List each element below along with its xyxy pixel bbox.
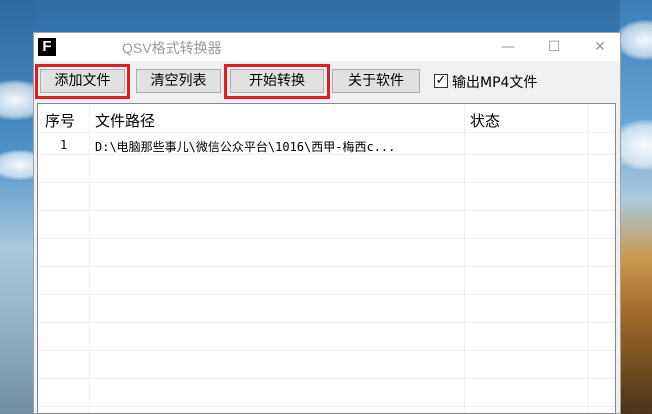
row-divider	[38, 238, 615, 239]
minimize-icon: —	[501, 39, 515, 55]
maximize-icon: ☐	[547, 39, 561, 55]
row-path: D:\电脑那些事儿\微信公众平台\1016\西甲-梅西c...	[95, 140, 396, 154]
row-divider	[38, 406, 615, 407]
desktop-background-right	[620, 0, 652, 414]
clear-list-button[interactable]: 清空列表	[136, 69, 221, 93]
column-divider	[464, 104, 465, 413]
maximize-button[interactable]: ☐	[531, 33, 577, 61]
app-window: F QSV格式转换器 — ☐ ✕ 添加文件 清空列表 开始转换 关于软件 ✓ 输…	[33, 32, 621, 414]
column-header-status[interactable]: 状态	[470, 110, 500, 131]
row-divider	[38, 266, 615, 267]
row-divider	[38, 378, 615, 379]
column-header-path[interactable]: 文件路径	[95, 110, 155, 131]
row-divider	[38, 294, 615, 295]
window-title: QSV格式转换器	[122, 40, 222, 56]
column-divider	[89, 104, 90, 413]
desktop-background-left	[0, 0, 36, 414]
add-file-button[interactable]: 添加文件	[40, 69, 125, 93]
row-divider	[38, 322, 615, 323]
output-mp4-checkbox[interactable]: ✓	[434, 74, 448, 88]
row-divider	[38, 350, 615, 351]
column-divider	[588, 104, 589, 413]
row-divider	[38, 210, 615, 211]
output-mp4-label[interactable]: 输出MP4文件	[452, 72, 537, 92]
about-button[interactable]: 关于软件	[332, 69, 420, 93]
start-convert-button[interactable]: 开始转换	[230, 69, 324, 93]
app-icon: F	[38, 38, 56, 56]
close-icon: ✕	[594, 39, 606, 55]
title-bar[interactable]: F QSV格式转换器 — ☐ ✕	[34, 33, 620, 61]
row-divider	[38, 182, 615, 183]
close-button[interactable]: ✕	[577, 33, 623, 61]
row-divider	[38, 132, 615, 133]
row-index: 1	[60, 138, 68, 152]
file-list[interactable]: 序号 文件路径 状态 1 D:\电脑那些事儿\微信公众平台\1016\西甲-梅西…	[37, 103, 616, 414]
toolbar: 添加文件 清空列表 开始转换 关于软件 ✓ 输出MP4文件	[34, 61, 620, 99]
minimize-button[interactable]: —	[485, 33, 531, 61]
column-header-index[interactable]: 序号	[45, 110, 75, 131]
